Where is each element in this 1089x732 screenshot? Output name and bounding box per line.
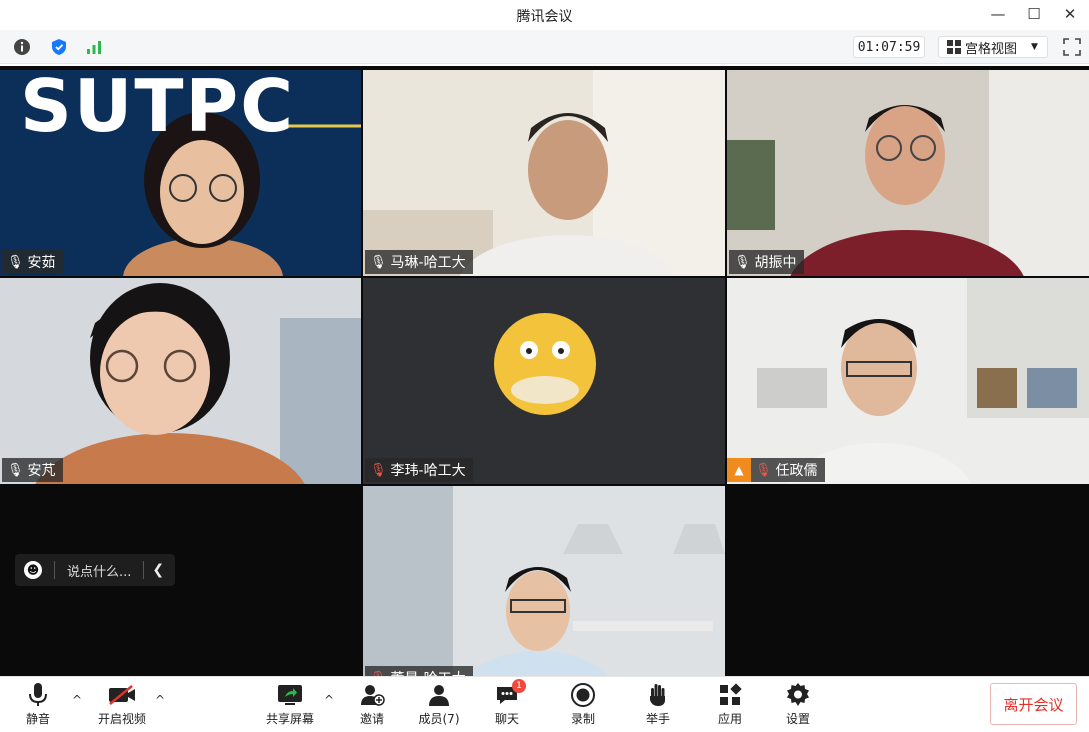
participant-video <box>727 278 1089 484</box>
chat-label: 聊天 <box>494 712 519 726</box>
chat-badge: 1 <box>512 679 526 693</box>
bottom-control-bar: 静音 ^ 开启视频 ^ 共享屏幕 ^ 邀请 成员(7) 1 聊天 录制 举手 应… <box>0 676 1089 732</box>
name-tag: 🎙 安茹 <box>2 250 63 274</box>
participant-name: 安芃 <box>27 463 56 479</box>
participant-name: 任政儒 <box>775 463 818 479</box>
record-button[interactable]: 录制 <box>553 681 613 729</box>
meeting-timer: 01:07:59 <box>853 36 925 58</box>
start-video-button[interactable]: 开启视频 <box>92 681 152 729</box>
signal-icon[interactable] <box>84 37 104 57</box>
participant-name: 马琳-哈工大 <box>390 255 466 271</box>
title-bar: 腾讯会议 — ☐ ✕ <box>0 0 1089 30</box>
apps-button[interactable]: 应用 <box>700 681 760 729</box>
chat-button[interactable]: 1 聊天 <box>477 679 537 729</box>
participant-name: 安茹 <box>27 255 56 271</box>
video-tile[interactable]: 🎙 胡振中 <box>727 70 1089 276</box>
window-title: 腾讯会议 <box>516 9 573 25</box>
video-tile[interactable]: 🎙 马琳-哈工大 <box>363 70 725 276</box>
add-user-icon <box>357 681 387 709</box>
mute-label: 静音 <box>25 712 50 726</box>
chevron-up-icon[interactable]: ^ <box>153 693 167 707</box>
start-video-label: 开启视频 <box>97 712 146 726</box>
info-icon[interactable] <box>12 37 32 57</box>
chevron-up-icon[interactable]: ^ <box>70 693 84 707</box>
record-icon <box>568 681 598 709</box>
caret-down-icon: ▼ <box>1031 42 1038 52</box>
mic-muted-icon: 🎙 <box>755 462 772 478</box>
meeting-toolbar: 01:07:59 宫格视图 ▼ <box>0 30 1089 64</box>
invite-button[interactable]: 邀请 <box>342 681 402 729</box>
participant-video <box>727 70 1089 276</box>
mute-button[interactable]: 静音 <box>8 681 68 729</box>
video-tile[interactable]: ▲ 🎙 任政儒 <box>727 278 1089 484</box>
shield-icon[interactable] <box>49 37 69 57</box>
share-screen-button[interactable]: 共享屏幕 <box>260 681 320 729</box>
name-tag: 🎙 安芃 <box>2 458 63 482</box>
mic-muted-icon: 🎙 <box>370 462 387 478</box>
participant-name: 李玮-哈工大 <box>390 463 466 479</box>
name-tag: 🎙 胡振中 <box>729 250 804 274</box>
raise-hand-button[interactable]: 举手 <box>628 681 688 729</box>
hand-icon <box>643 681 673 709</box>
camera-off-icon <box>107 681 137 709</box>
mic-icon: 🎙 <box>370 254 387 270</box>
share-screen-label: 共享屏幕 <box>265 712 314 726</box>
participant-name: 胡振中 <box>754 255 797 271</box>
participant-video <box>363 70 725 276</box>
apps-label: 应用 <box>717 712 742 726</box>
chat-input-pill[interactable]: ☻ 说点什么... ❮ <box>15 554 175 586</box>
gear-icon <box>783 681 813 709</box>
microphone-icon <box>23 681 53 709</box>
participant-name: 董昊-哈工大 <box>391 668 466 676</box>
name-tag: ▲ 🎙 任政儒 <box>727 458 825 482</box>
avatar <box>363 278 725 484</box>
mic-icon: 🎙 <box>7 462 24 478</box>
video-tile[interactable]: 🎙 安芃 <box>0 278 361 484</box>
video-grid: SUTPC 🎙 安茹 🎙 马琳-哈工大 🎙 胡振中 🎙 安芃 🎙 李玮-哈工大 … <box>0 66 1089 676</box>
fullscreen-icon[interactable] <box>1062 37 1082 57</box>
chevron-up-icon[interactable]: ^ <box>322 693 336 707</box>
video-tile[interactable]: SUTPC 🎙 安茹 <box>0 70 361 276</box>
invite-label: 邀请 <box>359 712 384 726</box>
video-tile[interactable]: 🎙 董昊-哈工大 <box>363 486 725 676</box>
share-screen-icon <box>275 681 305 709</box>
leave-meeting-button[interactable]: 离开会议 <box>990 683 1077 725</box>
mic-icon: 🎙 <box>7 254 24 270</box>
divider <box>143 561 145 579</box>
participant-video <box>0 278 361 484</box>
settings-button[interactable]: 设置 <box>768 681 828 729</box>
members-button[interactable]: 成员(7) <box>409 681 469 729</box>
emoji-icon[interactable]: ☻ <box>24 561 42 579</box>
close-icon[interactable]: ✕ <box>1059 3 1081 25</box>
name-tag: 🎙 马琳-哈工大 <box>365 250 473 274</box>
name-tag: 🎙 李玮-哈工大 <box>365 458 473 482</box>
name-tag: 🎙 董昊-哈工大 <box>365 666 473 676</box>
view-mode-select[interactable]: 宫格视图 ▼ <box>938 36 1048 58</box>
minimize-icon[interactable]: — <box>987 3 1009 25</box>
mic-icon: 🎙 <box>734 254 751 270</box>
apps-icon <box>715 681 745 709</box>
settings-label: 设置 <box>785 712 810 726</box>
members-icon <box>424 681 454 709</box>
members-label: 成员(7) <box>418 712 460 726</box>
chat-icon: 1 <box>492 679 526 709</box>
banner-text: SUTPC <box>20 70 296 148</box>
divider <box>54 561 55 579</box>
video-tile[interactable]: 🎙 李玮-哈工大 <box>363 278 725 484</box>
collapse-icon[interactable]: ❮ <box>152 562 164 578</box>
maximize-icon[interactable]: ☐ <box>1023 3 1045 25</box>
record-label: 录制 <box>570 712 595 726</box>
raise-hand-label: 举手 <box>645 712 670 726</box>
host-icon: ▲ <box>727 458 751 482</box>
grid-icon <box>947 40 961 54</box>
chat-placeholder[interactable]: 说点什么... <box>67 561 131 580</box>
participant-video <box>363 486 725 676</box>
view-mode-label: 宫格视图 <box>965 41 1018 57</box>
